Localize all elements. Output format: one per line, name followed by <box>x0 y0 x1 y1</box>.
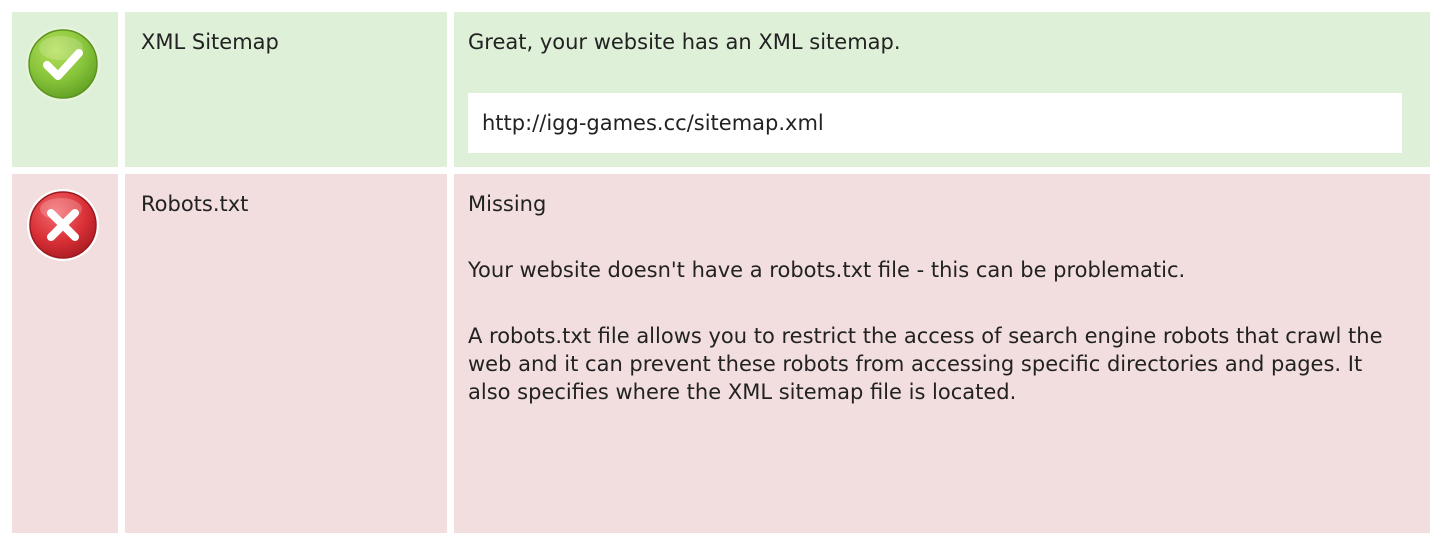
check-label-cell: Robots.txt <box>125 174 447 533</box>
sitemap-url: http://igg-games.cc/sitemap.xml <box>468 93 1402 153</box>
check-message: Great, your website has an XML sitemap. <box>468 30 901 54</box>
check-label-cell: XML Sitemap <box>125 12 447 167</box>
check-detail-cell: Missing Your website doesn't have a robo… <box>454 174 1430 533</box>
seo-check-report: XML Sitemap Great, your website has an X… <box>0 0 1430 533</box>
status-cell <box>12 12 118 167</box>
cross-circle-icon <box>27 189 99 261</box>
checkmark-circle-icon <box>26 27 100 101</box>
check-detail-cell: Great, your website has an XML sitemap. … <box>454 12 1430 167</box>
check-title: Missing <box>468 192 547 216</box>
check-label: Robots.txt <box>141 192 249 216</box>
check-row-xml-sitemap: XML Sitemap Great, your website has an X… <box>0 12 1430 167</box>
check-paragraph: A robots.txt file allows you to restrict… <box>468 324 1383 404</box>
status-cell <box>12 174 118 533</box>
check-paragraph: Your website doesn't have a robots.txt f… <box>468 258 1186 282</box>
check-label: XML Sitemap <box>141 30 279 54</box>
check-row-robots-txt: Robots.txt Missing Your website doesn't … <box>0 174 1430 533</box>
